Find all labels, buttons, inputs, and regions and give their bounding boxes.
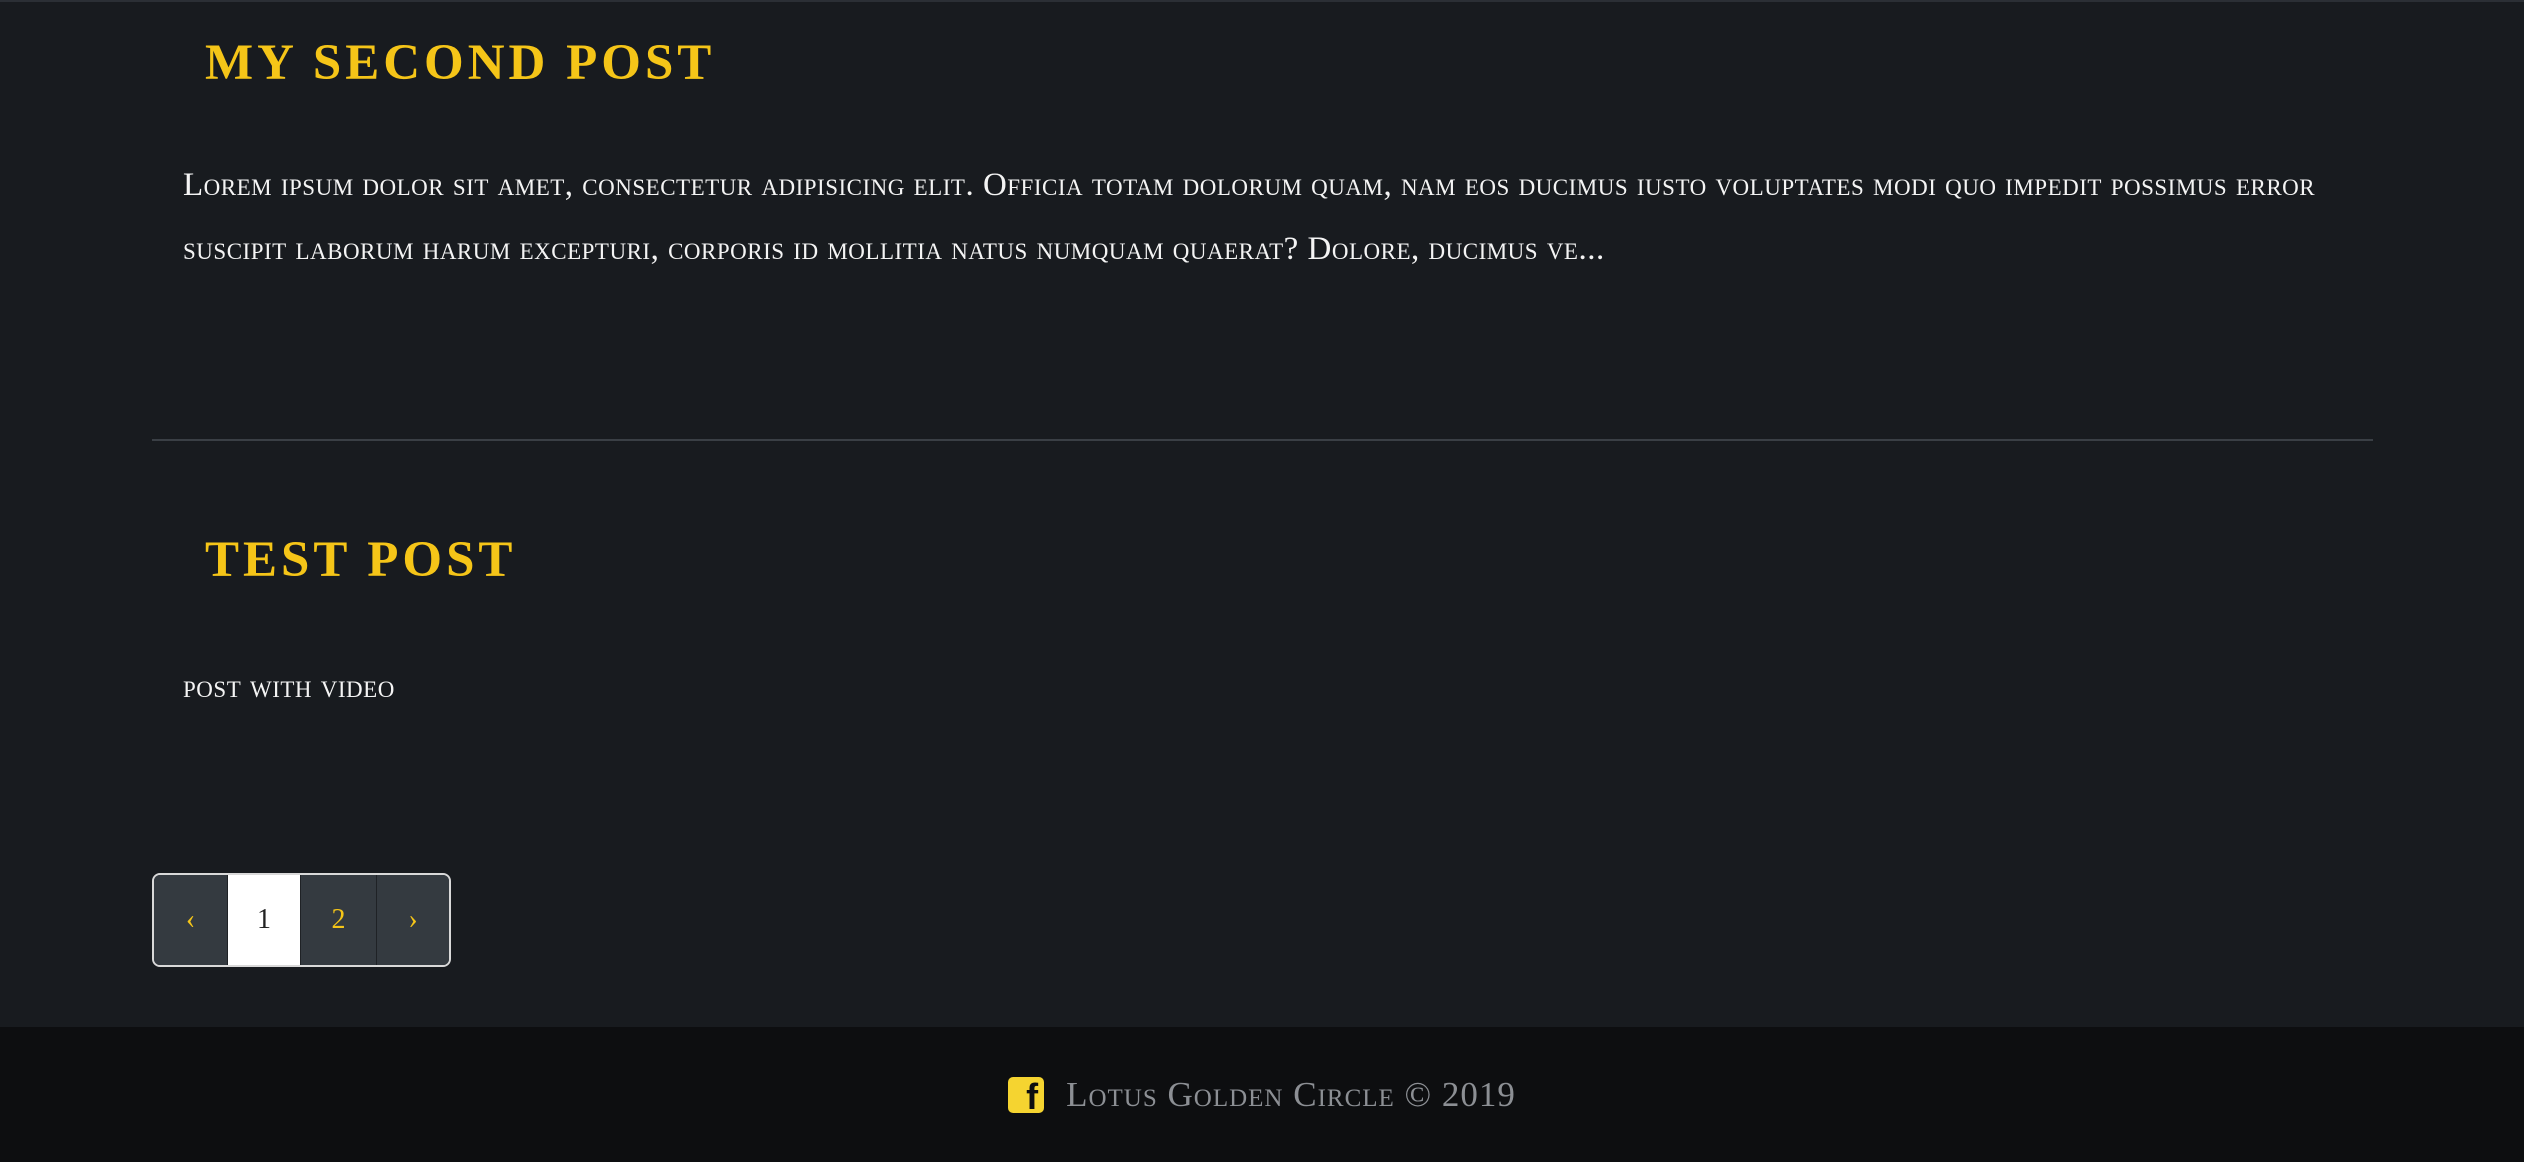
pagination-page-2[interactable]: 2: [300, 875, 376, 965]
footer: f Lotus Golden Circle © 2019: [0, 1027, 2524, 1162]
post-list: My Second Post Lorem ipsum dolor sit ame…: [0, 0, 2524, 1027]
post-title-link[interactable]: Test Post: [205, 535, 516, 586]
post-divider: [152, 439, 2373, 441]
pagination-next-button[interactable]: ›: [376, 875, 449, 965]
post-excerpt: post with video: [183, 669, 395, 705]
post-title-link[interactable]: My Second Post: [205, 38, 715, 89]
pagination: ‹ 1 2 ›: [152, 873, 451, 967]
footer-copyright: Lotus Golden Circle © 2019: [1066, 1074, 1516, 1114]
pagination-page-1[interactable]: 1: [227, 875, 300, 965]
footer-content: f Lotus Golden Circle © 2019: [0, 1027, 2524, 1162]
facebook-icon[interactable]: f: [1008, 1076, 1045, 1114]
post-excerpt: Lorem ipsum dolor sit amet, consectetur …: [183, 167, 2316, 267]
pagination-prev-button[interactable]: ‹: [154, 875, 227, 965]
